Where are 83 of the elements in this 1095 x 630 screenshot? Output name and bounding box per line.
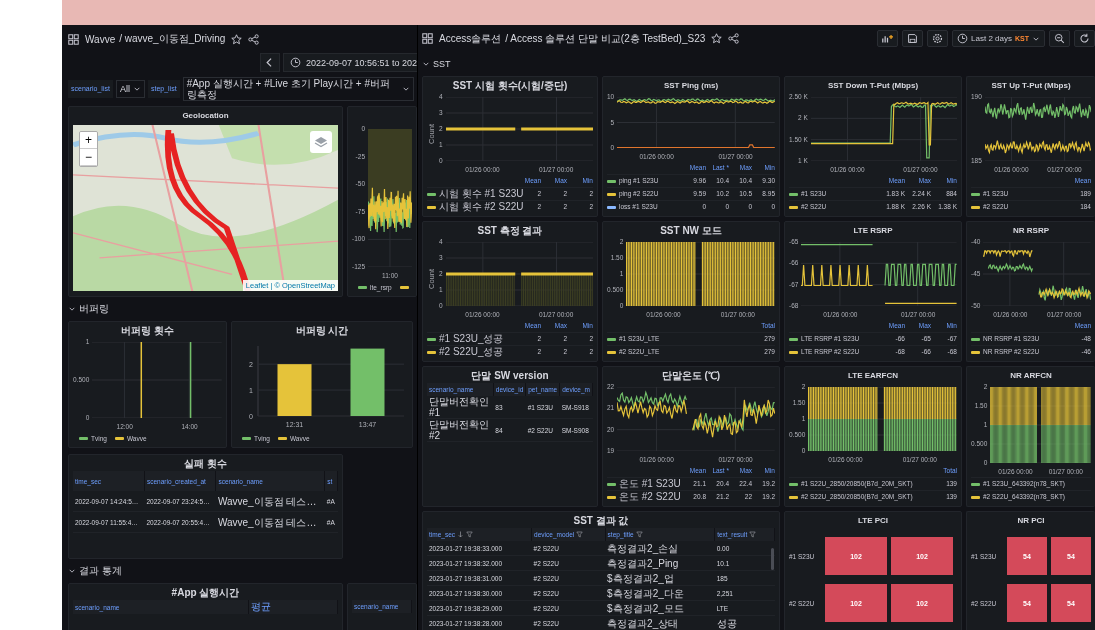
sort-arrow-icon[interactable] <box>457 531 464 539</box>
caret-icon <box>402 85 410 93</box>
zoom-out-button[interactable] <box>1049 30 1070 47</box>
chevron-down-icon[interactable] <box>68 305 76 313</box>
table-cell: 측정결과2_Ping <box>605 555 715 571</box>
panel-title: #App 실행시간 <box>170 586 241 600</box>
table-cell: $측정결과2_다운 <box>605 585 715 601</box>
panel-title: LTE PCI <box>856 515 890 527</box>
table-cell: 단말버전확인 #2 <box>427 418 494 442</box>
section-title[interactable]: SST <box>433 59 451 69</box>
panel-title: Geolocation <box>181 110 230 122</box>
panel-title: 단말온도 (℃) <box>660 369 722 383</box>
dashboard-title: / Access 솔루션 단말 비교(2층 TestBed)_S23 <box>505 31 706 46</box>
table-cell: $측정결과2_업 <box>605 570 715 586</box>
column-header[interactable]: 평균 <box>248 600 338 614</box>
panel-title: SST Ping (ms) <box>662 80 720 92</box>
star-icon[interactable] <box>231 33 243 45</box>
table-cell: Wavve_이동점 테스… <box>215 491 325 512</box>
zoom-in-button[interactable]: + <box>80 132 97 149</box>
legend-label[interactable]: #2 S22U_성공 <box>439 346 504 358</box>
panel-title: SST 결과 값 <box>572 514 630 528</box>
table-cell: Wavve_이동점 테스… <box>215 511 325 533</box>
filter-icon[interactable] <box>466 531 473 539</box>
dashboard-grid-icon[interactable] <box>422 33 433 44</box>
zoom-out-icon <box>1054 33 1065 44</box>
settings-icon <box>932 33 944 44</box>
layers-icon <box>314 135 328 149</box>
panel-title: LTE EARFCN <box>846 370 900 382</box>
panel-title: 단말 SW version <box>470 369 550 383</box>
filter-icon[interactable] <box>576 531 584 539</box>
table-cell: 측정결과2_손실 <box>605 541 715 556</box>
refresh-icon <box>1079 33 1090 44</box>
table-cell: 단말버전확인 #1 <box>427 396 494 419</box>
save-icon <box>907 33 919 44</box>
panel-title: NR PCI <box>1016 515 1046 527</box>
legend-label[interactable]: 온도 #1 S23U <box>619 478 681 490</box>
legend-label[interactable]: 온도 #2 S22U <box>619 491 681 503</box>
settings-button[interactable] <box>927 30 949 47</box>
save-button[interactable] <box>902 30 924 47</box>
time-range-picker[interactable]: 2022-09-07 10:56:51 to 202 <box>282 53 417 72</box>
legend-label[interactable]: #1 S23U_성공 <box>439 333 504 345</box>
breadcrumb-link[interactable]: Access솔루션 <box>439 31 502 46</box>
panel-title: NR ARFCN <box>1009 370 1053 382</box>
variable-dropdown[interactable]: #App 실행시간 + #Live 초기 Play시간 + #버퍼링측정 <box>182 77 414 101</box>
dashboard-grid-icon[interactable] <box>68 33 79 45</box>
section-title[interactable]: 결과 통계 <box>79 564 122 578</box>
refresh-button[interactable] <box>1074 30 1095 47</box>
filter-icon[interactable] <box>635 531 643 539</box>
table-cell: 성공 <box>714 615 775 630</box>
add-chart-icon <box>882 33 894 44</box>
panel-title: NR RSRP <box>1012 225 1050 237</box>
panel-title: 실패 횟수 <box>183 457 228 471</box>
panel-title: LTE RSRP <box>852 225 894 237</box>
table-cell: $측정결과2_모드 <box>605 600 715 616</box>
star-icon[interactable] <box>711 33 723 44</box>
legend-label[interactable]: 시험 횟수 #1 S23U <box>439 188 524 200</box>
map-drawing[interactable] <box>73 125 338 291</box>
panel-title: 버퍼링 횟수 <box>120 324 175 338</box>
chevron-down-icon[interactable] <box>422 60 430 68</box>
zoom-out-button[interactable]: − <box>80 149 97 166</box>
panel-title: SST Up T-Put (Mbps) <box>990 80 1072 92</box>
filter-icon[interactable] <box>749 531 757 539</box>
share-icon[interactable] <box>728 33 740 44</box>
add-panel-button[interactable] <box>877 30 899 47</box>
dashboard-title: / wavve_이동점_Driving <box>119 32 226 46</box>
breadcrumb-link[interactable]: Wavve <box>85 33 116 45</box>
table-cell: 측정결과2_상태 <box>605 615 715 630</box>
panel-title: SST 측정 결과 <box>476 224 544 238</box>
clock-icon <box>289 57 301 68</box>
variable-dropdown[interactable]: All <box>115 80 145 98</box>
scrollbar[interactable] <box>771 548 774 570</box>
panel-title: SST 시험 횟수(시험/중단) <box>451 79 569 93</box>
panel-title: 버퍼링 시간 <box>294 324 350 338</box>
clock-icon <box>957 33 969 44</box>
panel-title: SST Down T-Put (Mbps) <box>826 80 920 92</box>
layers-button[interactable] <box>310 131 332 153</box>
legend-label[interactable]: 시험 횟수 #2 S22U <box>439 201 524 213</box>
section-title[interactable]: 버퍼링 <box>79 302 109 316</box>
panel-title: SST NW 모드 <box>659 224 723 238</box>
chevron-down-icon[interactable] <box>68 567 76 575</box>
caret-icon <box>132 85 141 93</box>
previous-range-button[interactable] <box>259 53 280 72</box>
share-icon[interactable] <box>248 33 260 45</box>
